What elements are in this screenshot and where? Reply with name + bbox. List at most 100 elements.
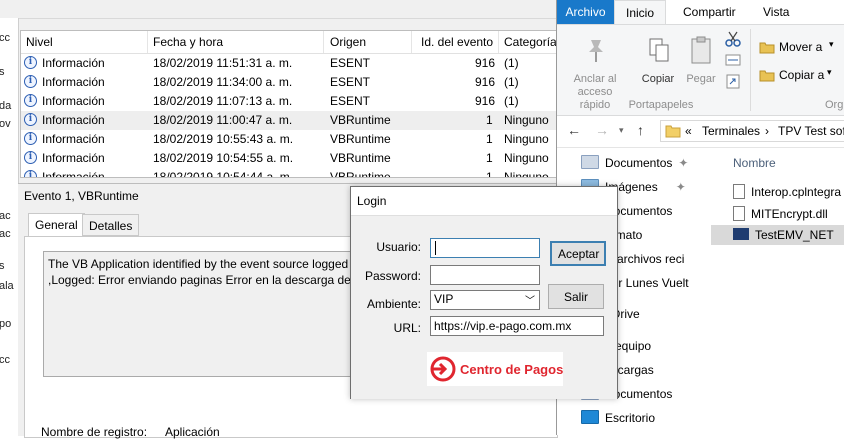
row-date: 18/02/2019 11:00:47 a. m. [153,113,293,127]
row-category: (1) [504,56,519,70]
event-message-box[interactable]: The VB Application identified by the eve… [43,251,363,377]
ribbon-divider [750,29,751,111]
ambiente-select[interactable]: VIP ﹀ [430,290,540,310]
row-level: Información [42,113,105,127]
info-icon: i [24,56,37,69]
move-to-button[interactable]: Mover a ▾ [759,39,844,57]
column-header-fecha[interactable]: Fecha y hora [153,35,223,49]
tab-detalles[interactable]: Detalles [82,214,140,236]
tree-item[interactable]: Documentos ✦ [581,153,688,173]
row-category: Ninguno [504,113,549,127]
column-header-nivel[interactable]: Nivel [26,35,53,49]
nav-fragment: ov [0,118,11,130]
ribbon: Anclar al acceso rápido Copiar Pegar Por… [557,24,844,116]
log-name-value: Aplicación [165,425,220,439]
row-category: (1) [504,94,519,108]
paste-shortcut-icon[interactable] [725,73,741,89]
nav-fragment: cc [0,32,10,44]
file-list[interactable]: Nombre Interop.cplntegra MITEncrypt.dll … [707,148,844,435]
ambiente-selected-value: VIP [434,292,454,306]
address-input[interactable]: « Terminales › TPV Test sof [660,120,844,142]
column-header-origen[interactable]: Origen [330,35,366,49]
table-row[interactable]: i Información 18/02/2019 10:55:43 a. m. … [21,130,557,149]
row-source: ESENT [330,94,371,108]
salir-button[interactable]: Salir [548,284,604,309]
brand-name: Centro de Pagos [460,362,564,377]
row-date: 18/02/2019 10:54:44 a. m. [153,170,294,178]
url-input[interactable] [430,316,604,336]
file-item-selected[interactable]: TestEMV_NET [711,225,844,245]
row-source: VBRuntime [330,170,391,178]
nav-fragment: da [0,100,12,112]
row-level: Información [42,132,105,146]
row-date: 18/02/2019 11:34:00 a. m. [153,75,293,89]
pin-quick-access-button[interactable]: Anclar al acceso rápido [565,31,621,111]
tree-item[interactable]: Escritorio [581,408,655,428]
copy-button[interactable]: Copiar [640,31,676,91]
password-input[interactable] [430,265,540,285]
centro-de-pagos-logo-icon [430,356,456,382]
table-row-selected[interactable]: i Información 18/02/2019 11:00:47 a. m. … [21,111,557,130]
row-id: 1 [486,132,493,146]
row-category: Ninguno [504,151,549,165]
documents-icon [581,155,599,169]
address-overflow[interactable]: « [685,124,692,138]
table-row[interactable]: i Información 18/02/2019 10:54:44 a. m. … [21,168,557,178]
tab-general[interactable]: General [28,213,85,237]
file-item[interactable]: MITEncrypt.dll [733,204,828,224]
chevron-down-icon: ▾ [829,39,834,49]
recent-dropdown-icon[interactable]: ▾ [619,125,624,136]
chevron-right-icon[interactable]: › [765,124,769,138]
info-icon: i [24,94,37,107]
paste-button[interactable]: Pegar [683,31,719,91]
brand-logo: Centro de Pagos [427,352,563,386]
file-item[interactable]: Interop.cplntegra [733,182,841,202]
row-id: 1 [486,170,493,178]
usuario-input[interactable] [430,238,540,258]
event-message-line: ,Logged: Error enviando paginas Error en… [48,273,363,287]
table-row[interactable]: i Información 18/02/2019 10:54:55 a. m. … [21,149,557,168]
copy-icon [649,38,669,62]
pin-label: Anclar al [573,73,617,85]
back-arrow-icon[interactable]: ← [567,122,581,138]
copy-to-button[interactable]: Copiar a ▾ [759,67,844,85]
row-id: 916 [475,56,496,70]
password-label: Password: [364,269,421,283]
scissors-icon[interactable] [725,31,741,47]
address-segment[interactable]: Terminales [702,124,760,138]
table-row[interactable]: i Información 18/02/2019 11:51:31 a. m. … [21,54,557,73]
tab-compartir[interactable]: Compartir [683,0,736,24]
column-header-id[interactable]: Id. del evento [421,35,493,49]
column-header-nombre[interactable]: Nombre [733,156,776,170]
nav-fragment: po [0,318,12,330]
forward-arrow-icon[interactable]: → [595,122,609,138]
chevron-down-icon: ﹀ [525,296,535,307]
folder-copy-icon [759,70,775,82]
row-source: ESENT [330,56,371,70]
tab-vista[interactable]: Vista [763,0,789,24]
tab-archivo[interactable]: Archivo [557,0,614,24]
event-list-table[interactable]: Nivel Fecha y hora Origen Id. del evento… [20,30,558,178]
info-icon: i [24,170,37,177]
table-row[interactable]: i Información 18/02/2019 11:07:13 a. m. … [21,92,557,111]
move-to-label: Mover a [779,40,823,54]
copy-path-icon[interactable] [725,53,741,67]
navigation-pane[interactable]: cc s da ov ac ac s ala po cc [0,18,19,435]
up-arrow-icon[interactable]: ↑ [637,122,644,138]
usuario-label: Usuario: [376,240,421,254]
address-segment[interactable]: TPV Test sof [778,124,844,138]
column-header-categoria[interactable]: Categoría [504,35,557,49]
row-level: Información [42,75,105,89]
pin-icon: ✦ [678,156,689,170]
row-date: 18/02/2019 11:07:13 a. m. [153,94,293,108]
table-row[interactable]: i Información 18/02/2019 11:34:00 a. m. … [21,73,557,92]
dialog-title: Login [357,194,387,208]
row-category: Ninguno [504,132,549,146]
info-icon: i [24,113,37,126]
copy-to-label: Copiar a [779,68,825,82]
nav-fragment: cc [0,354,10,366]
aceptar-button[interactable]: Aceptar [550,241,606,266]
tab-inicio[interactable]: Inicio [614,0,666,24]
url-label: URL: [393,321,421,335]
paste-label: Pegar [686,73,716,85]
